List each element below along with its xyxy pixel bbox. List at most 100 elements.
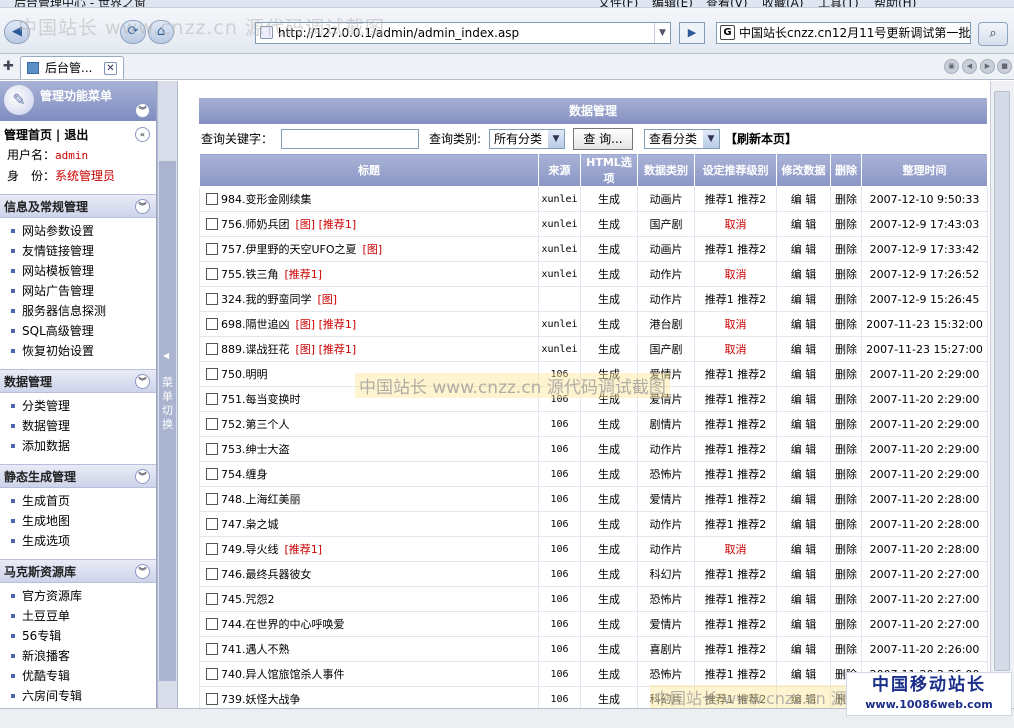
row-title-link[interactable]: 748.上海红美丽 — [221, 493, 301, 506]
cell-html-generate[interactable]: 生成 — [580, 286, 638, 312]
view-category-select[interactable]: 查看分类 ▼ — [644, 129, 720, 149]
row-checkbox[interactable] — [206, 518, 218, 530]
cell-edit[interactable]: 编 辑 — [776, 186, 831, 212]
cell-recommend[interactable]: 推荐1 推荐2 — [694, 461, 777, 487]
menu-item[interactable]: 生成选项 — [8, 531, 156, 551]
section-header[interactable]: 静态生成管理 ︾ — [0, 464, 156, 488]
cell-recommend[interactable]: 推荐1 推荐2 — [694, 361, 777, 387]
row-title-link[interactable]: 749.导火线 — [221, 543, 279, 556]
menu-item[interactable]: 友情链接管理 — [8, 241, 156, 261]
row-checkbox[interactable] — [206, 368, 218, 380]
cell-delete[interactable]: 删除 — [830, 186, 862, 212]
row-checkbox[interactable] — [206, 468, 218, 480]
admin-home-link[interactable]: 管理首页 — [4, 128, 52, 142]
row-title-link[interactable]: 744.在世界的中心呼唤爱 — [221, 618, 345, 631]
cell-html-generate[interactable]: 生成 — [580, 211, 638, 237]
search-field[interactable]: G 中国站长cnzz.cn12月11号更新调试第一批 — [716, 22, 971, 44]
cell-html-generate[interactable]: 生成 — [580, 511, 638, 537]
logout-link[interactable]: 退出 — [64, 128, 88, 142]
menu-item[interactable]: 土豆豆单 — [8, 606, 156, 626]
row-checkbox[interactable] — [206, 268, 218, 280]
cell-recommend[interactable]: 取消 — [694, 336, 777, 362]
row-title-link[interactable]: 747.枭之城 — [221, 518, 279, 531]
menu-item[interactable]: 生成地图 — [8, 511, 156, 531]
cell-edit[interactable]: 编 辑 — [776, 511, 831, 537]
row-checkbox[interactable] — [206, 418, 218, 430]
row-checkbox[interactable] — [206, 318, 218, 330]
menu-toggle[interactable]: ◀ 菜单切换 — [159, 161, 176, 681]
menu-item[interactable]: 六房间专辑 — [8, 686, 156, 706]
row-title-link[interactable]: 324.我的野蛮同学 — [221, 293, 312, 306]
row-title-link[interactable]: 750.明明 — [221, 368, 268, 381]
chevron-down-icon[interactable]: ︾ — [135, 564, 150, 579]
cell-recommend[interactable]: 推荐1 推荐2 — [694, 486, 777, 512]
cell-edit[interactable]: 编 辑 — [776, 586, 831, 612]
cell-recommend[interactable]: 推荐1 推荐2 — [694, 636, 777, 662]
section-header[interactable]: 马克斯资源库 ︾ — [0, 559, 156, 583]
cell-delete[interactable]: 删除 — [830, 211, 862, 237]
chevron-down-icon[interactable]: ︾ — [135, 199, 150, 214]
cell-delete[interactable]: 删除 — [830, 511, 862, 537]
cell-html-generate[interactable]: 生成 — [580, 536, 638, 562]
row-checkbox[interactable] — [206, 293, 218, 305]
cell-delete[interactable]: 删除 — [830, 611, 862, 637]
query-input[interactable] — [281, 129, 419, 149]
cell-html-generate[interactable]: 生成 — [580, 411, 638, 437]
cell-html-generate[interactable]: 生成 — [580, 186, 638, 212]
cell-recommend[interactable]: 推荐1 推荐2 — [694, 561, 777, 587]
cell-edit[interactable]: 编 辑 — [776, 211, 831, 237]
cell-recommend[interactable]: 推荐1 推荐2 — [694, 586, 777, 612]
cell-edit[interactable]: 编 辑 — [776, 661, 831, 687]
cell-edit[interactable]: 编 辑 — [776, 286, 831, 312]
cell-recommend[interactable]: 推荐1 推荐2 — [694, 386, 777, 412]
menu-file[interactable]: 文件(F) — [598, 0, 638, 7]
cell-edit[interactable]: 编 辑 — [776, 436, 831, 462]
chevron-down-icon[interactable]: ︾ — [135, 103, 150, 118]
menu-item[interactable]: 优酷专辑 — [8, 666, 156, 686]
cell-delete[interactable]: 删除 — [830, 586, 862, 612]
menu-item[interactable]: 网站参数设置 — [8, 221, 156, 241]
menu-favorites[interactable]: 收藏(A) — [762, 0, 804, 7]
cell-recommend[interactable]: 取消 — [694, 311, 777, 337]
row-checkbox[interactable] — [206, 393, 218, 405]
menu-item[interactable]: 服务器信息探测 — [8, 301, 156, 321]
cell-recommend[interactable]: 推荐1 推荐2 — [694, 411, 777, 437]
row-title-link[interactable]: 698.隔世追凶 — [221, 318, 290, 331]
address-dropdown-icon[interactable]: ▼ — [654, 23, 670, 43]
cell-recommend[interactable]: 取消 — [694, 536, 777, 562]
category-select[interactable]: 所有分类 ▼ — [489, 129, 565, 149]
cell-html-generate[interactable]: 生成 — [580, 311, 638, 337]
row-title-link[interactable]: 756.师奶兵团 — [221, 218, 290, 231]
cell-recommend[interactable]: 推荐1 推荐2 — [694, 236, 777, 262]
go-button[interactable]: ▶ — [679, 22, 705, 44]
cell-delete[interactable]: 删除 — [830, 636, 862, 662]
menu-item[interactable]: 56专辑 — [8, 626, 156, 646]
cell-html-generate[interactable]: 生成 — [580, 336, 638, 362]
row-title-link[interactable]: 753.绅士大盗 — [221, 443, 290, 456]
cell-edit[interactable]: 编 辑 — [776, 636, 831, 662]
menu-item[interactable]: 数据管理 — [8, 416, 156, 436]
cell-recommend[interactable]: 推荐1 推荐2 — [694, 511, 777, 537]
row-title-link[interactable]: 741.遇人不熟 — [221, 643, 290, 656]
row-title-link[interactable]: 754.缠身 — [221, 468, 268, 481]
cell-delete[interactable]: 删除 — [830, 561, 862, 587]
cell-edit[interactable]: 编 辑 — [776, 461, 831, 487]
row-checkbox[interactable] — [206, 693, 218, 705]
row-checkbox[interactable] — [206, 193, 218, 205]
cell-edit[interactable]: 编 辑 — [776, 361, 831, 387]
cell-html-generate[interactable]: 生成 — [580, 261, 638, 287]
cell-edit[interactable]: 编 辑 — [776, 561, 831, 587]
cell-edit[interactable]: 编 辑 — [776, 336, 831, 362]
cell-recommend[interactable]: 推荐1 推荐2 — [694, 661, 777, 687]
chevron-down-icon[interactable]: ︾ — [135, 469, 150, 484]
row-title-link[interactable]: 889.谍战狂花 — [221, 343, 290, 356]
chevron-down-icon[interactable]: ︾ — [135, 374, 150, 389]
menu-item[interactable]: 官方资源库 — [8, 586, 156, 606]
row-checkbox[interactable] — [206, 668, 218, 680]
cell-delete[interactable]: 删除 — [830, 361, 862, 387]
row-title-link[interactable]: 752.第三个人 — [221, 418, 290, 431]
cell-edit[interactable]: 编 辑 — [776, 486, 831, 512]
vertical-scrollbar[interactable] — [990, 81, 1014, 708]
row-checkbox[interactable] — [206, 543, 218, 555]
cell-recommend[interactable]: 推荐1 推荐2 — [694, 186, 777, 212]
